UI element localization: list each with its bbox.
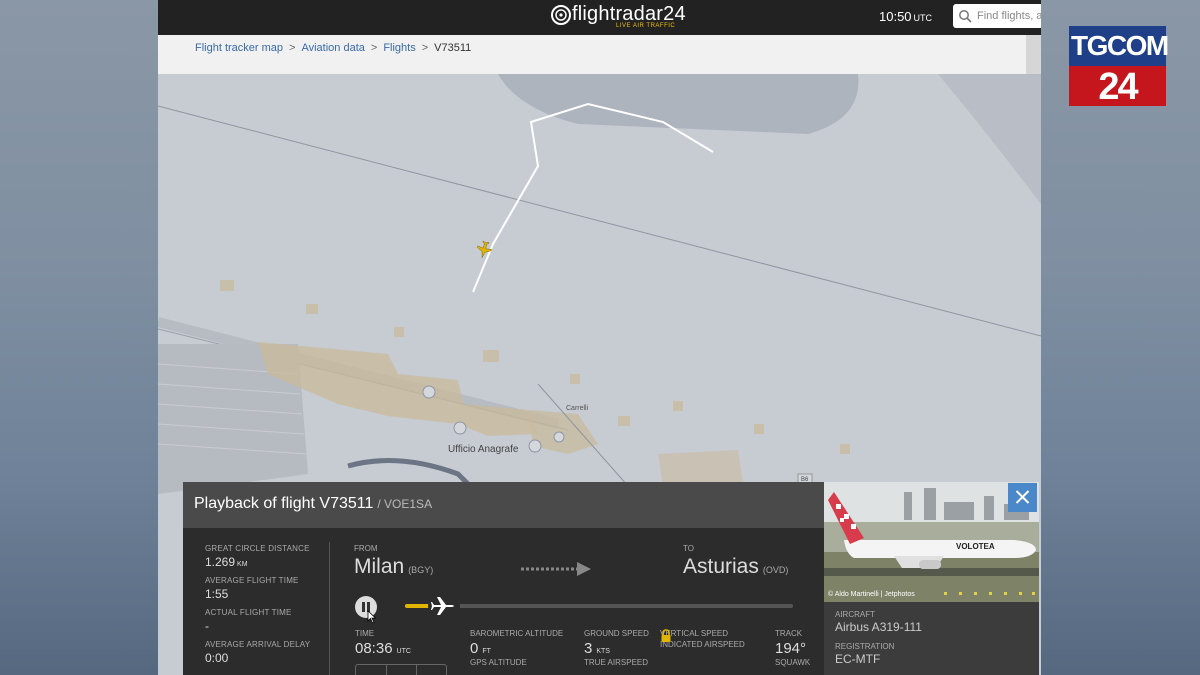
aircraft-icon[interactable] [475, 240, 493, 259]
destination-name: Asturias [683, 555, 759, 578]
stat-value: 0:00 [205, 651, 229, 665]
breadcrumb-separator: > [289, 42, 296, 54]
stat-label: AVERAGE ARRIVAL DELAY [205, 640, 311, 649]
map-water-area [498, 74, 859, 134]
stat-label: AVERAGE FLIGHT TIME [205, 576, 299, 585]
logo-tagline: LIVE AIR TRAFFIC [616, 23, 676, 29]
map-label-carrelli: Carrelli [566, 405, 589, 412]
ground-speed-label: GROUND SPEED [584, 629, 649, 638]
stat-label: ACTUAL FLIGHT TIME [205, 608, 292, 617]
from-label: FROM [354, 544, 378, 553]
livery-text: VOLOTEA [956, 542, 995, 551]
breadcrumb-separator: > [370, 42, 378, 54]
track-metric: TRACK 194° SQUAWK [775, 629, 810, 667]
to-label: TO [683, 544, 694, 553]
ground-speed-value: 3 KTS [584, 640, 610, 657]
person-icon[interactable] [453, 421, 467, 435]
baro-altitude-metric: BAROMETRIC ALTITUDE 0 FT GPS ALTITUDE [470, 629, 563, 667]
breadcrumb-separator: > [421, 42, 429, 54]
stat-value: 1.269 KM [205, 555, 248, 569]
stat-value: - [205, 619, 209, 633]
aircraft-photo[interactable]: VOLOTEA [824, 482, 1039, 602]
search-input[interactable]: Find flights, a [953, 4, 1041, 28]
time-metric: TIME 08:36 UTC [355, 629, 411, 657]
divider [329, 542, 330, 675]
speed-controls[interactable] [355, 664, 447, 675]
playback-panel: GREAT CIRCLE DISTANCE 1.269 KM AVERAGE FL… [183, 528, 824, 675]
registration-label: REGISTRATION [835, 642, 895, 651]
map-building [658, 450, 743, 486]
poi-icon[interactable] [553, 431, 565, 443]
background-left [0, 0, 158, 675]
plane-icon [430, 597, 454, 615]
breadcrumb: Flight tracker map > Aviation data > Flights… [158, 35, 1026, 74]
stat-label: GREAT CIRCLE DISTANCE [205, 544, 310, 553]
aircraft-photo-image: VOLOTEA [824, 482, 1039, 602]
breadcrumb-aviation-data[interactable]: Aviation data [301, 42, 364, 54]
origin-code: (BGY) [408, 565, 434, 575]
tgcom24-line2: 24 [1098, 66, 1138, 108]
bank-icon[interactable] [528, 439, 542, 453]
squawk-label: SQUAWK [775, 658, 811, 667]
ground-speed-metric: GROUND SPEED 3 KTS TRUE AIRSPEED [584, 629, 649, 667]
search-placeholder: Find flights, a [977, 10, 1041, 22]
indicated-airspeed-label: INDICATED AIRSPEED [660, 640, 745, 649]
utc-clock: 10:50 UTC [879, 9, 932, 24]
origin-name: Milan [354, 555, 405, 578]
aircraft-info: AIRCRAFT Airbus A319-111 REGISTRATION EC… [824, 602, 1039, 675]
flightradar24-logo[interactable]: flightradar24 LIVE AIR TRAFFIC [550, 2, 686, 33]
cursor-icon [367, 610, 377, 624]
map-area-ne [938, 74, 1041, 204]
aircraft-value: Airbus A319-111 [835, 620, 922, 634]
radar-icon [551, 5, 571, 25]
playback-title: Playback of flight V73511/ VOE1SA [194, 495, 432, 513]
vertical-speed-label: VERTICAL SPEED [660, 629, 729, 638]
vertical-speed-metric: VERTICAL SPEED INDICATED AIRSPEED [660, 629, 745, 649]
stat-actual-flight-time: ACTUAL FLIGHT TIME - [205, 608, 292, 633]
registration-value: EC-MTF [835, 652, 881, 666]
playback-callsign: / VOE1SA [377, 497, 433, 511]
time-label: TIME [355, 629, 375, 638]
tgcom24-line1: TGCOM [1071, 30, 1169, 61]
map-label-office: Ufficio Anagrafe [448, 444, 519, 455]
lock-icon [661, 629, 671, 642]
baro-label: BAROMETRIC ALTITUDE [470, 629, 564, 638]
destination-city: Asturias (OVD) [683, 555, 788, 579]
clock-time: 10:50 [879, 9, 912, 24]
photo-credit: © Aldo Martinelli | Jetphotos [828, 591, 915, 598]
tgcom24-logo: TGCOM 24 [1069, 26, 1169, 108]
poi-icon[interactable] [422, 385, 436, 399]
top-bar: flightradar24 LIVE AIR TRAFFIC 10:50 UTC … [158, 0, 1041, 35]
close-button[interactable] [1008, 483, 1037, 512]
map-runway-line [158, 105, 1041, 337]
stat-distance: GREAT CIRCLE DISTANCE 1.269 KM [205, 544, 310, 569]
stat-arrival-delay: AVERAGE ARRIVAL DELAY 0:00 [205, 640, 310, 665]
origin-city: Milan (BGY) [354, 555, 433, 579]
track-label: TRACK [775, 629, 803, 638]
playback-timeline[interactable] [405, 604, 793, 608]
route-arrow-icon [521, 562, 591, 576]
browser-frame: flightradar24 LIVE AIR TRAFFIC 10:50 UTC … [158, 0, 1041, 675]
timeline-handle[interactable] [427, 590, 460, 622]
breadcrumb-flights[interactable]: Flights [383, 42, 415, 54]
clock-zone: UTC [913, 13, 933, 23]
true-airspeed-label: TRUE AIRSPEED [584, 658, 649, 667]
breadcrumb-flight-tracker-map[interactable]: Flight tracker map [195, 42, 283, 54]
playback-flight-title: Playback of flight V73511 [194, 495, 374, 512]
time-value: 08:36 UTC [355, 640, 411, 657]
playback-header: Playback of flight V73511/ VOE1SA [183, 482, 824, 528]
flight-map[interactable]: Carrelli Ufficio Anagrafe B6 Playback of… [158, 74, 1041, 675]
track-value: 194° [775, 640, 807, 657]
flight-track [472, 102, 714, 293]
stat-avg-flight-time: AVERAGE FLIGHT TIME 1:55 [205, 576, 299, 601]
baro-value: 0 FT [470, 640, 491, 657]
gps-altitude-label: GPS ALTITUDE [470, 658, 527, 667]
destination-code: (OVD) [762, 565, 789, 575]
search-icon [959, 10, 972, 23]
aircraft-label: AIRCRAFT [835, 610, 875, 619]
breadcrumb-current: V73511 [434, 42, 472, 54]
stat-value: 1:55 [205, 587, 229, 601]
